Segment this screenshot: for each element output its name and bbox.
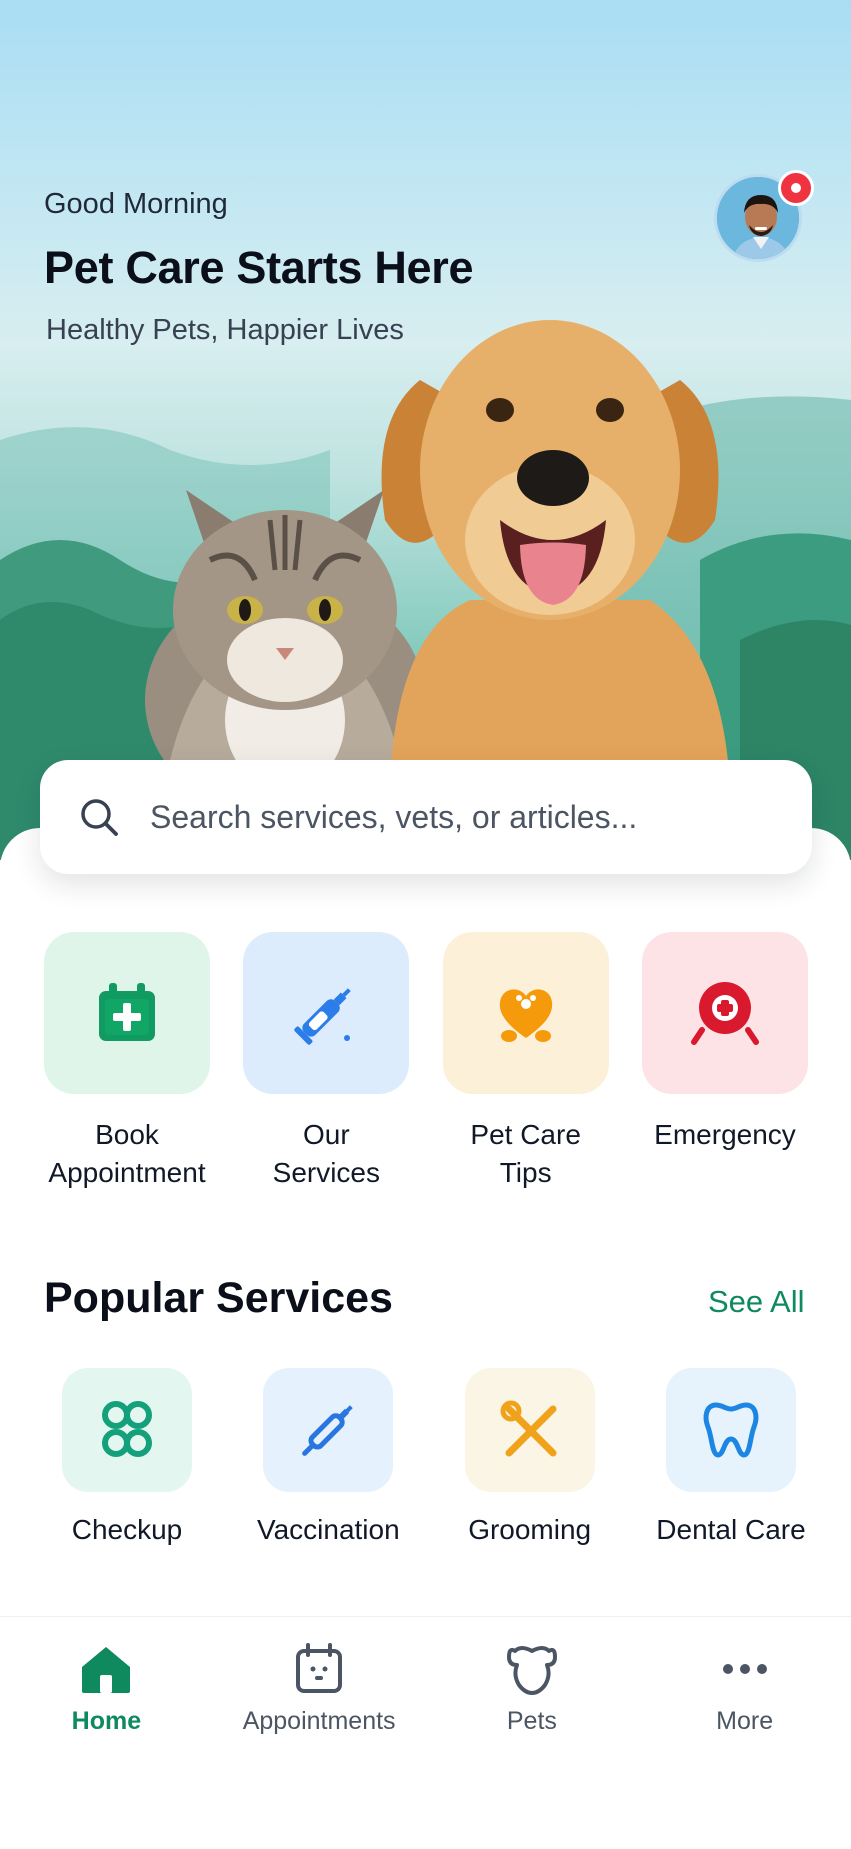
nav-label: Appointments: [242, 1707, 396, 1735]
search-input[interactable]: [150, 798, 770, 836]
stethoscope-icon: [102, 1401, 152, 1457]
see-all-link[interactable]: See All: [708, 1284, 805, 1320]
nav-item-pets[interactable]: Pets: [426, 1641, 639, 1849]
nav-item-appointments[interactable]: Appointments: [213, 1641, 426, 1849]
page-subtitle: Healthy Pets, Happier Lives: [46, 314, 404, 346]
pet-face-icon: [506, 1646, 557, 1695]
quick-action-label: Our Services: [272, 1119, 381, 1188]
dental-care-tile[interactable]: [665, 1368, 796, 1492]
grooming-tile[interactable]: [464, 1368, 595, 1492]
vaccination-tile[interactable]: [263, 1368, 394, 1492]
more-dots-icon: [722, 1664, 767, 1674]
pet-care-tips-tile[interactable]: [442, 932, 609, 1094]
service-vaccination[interactable]: Vaccination: [245, 1368, 411, 1546]
service-label: Dental Care: [656, 1514, 806, 1545]
syringe-icon: [302, 1405, 354, 1456]
our-services-action[interactable]: Our Services: [243, 932, 410, 1192]
service-label: Checkup: [71, 1514, 183, 1545]
home-icon: [82, 1647, 131, 1693]
service-grooming[interactable]: Grooming: [447, 1368, 613, 1546]
nav-label: More: [716, 1707, 774, 1735]
section-title-popular: Popular Services: [44, 1274, 393, 1322]
bottom-navigation: Home Appointments Pets More: [0, 1616, 851, 1849]
popular-services-list: Checkup Vaccination Grooming Dental Care: [44, 1368, 814, 1546]
emergency-icon: [690, 982, 759, 1045]
emergency-tile[interactable]: [641, 932, 808, 1094]
nav-label: Pets: [506, 1707, 557, 1735]
search-bar[interactable]: [40, 760, 812, 874]
scissors-icon: [500, 1400, 557, 1457]
nav-label: Home: [71, 1707, 142, 1735]
nav-item-more[interactable]: More: [638, 1641, 851, 1849]
greeting-text: Good Morning: [44, 188, 228, 220]
search-icon: [81, 799, 118, 836]
calendar-icon: [296, 1643, 343, 1693]
quick-actions: Book Appointment Our Services Pet Care T…: [44, 932, 808, 1192]
service-label: Grooming: [468, 1514, 592, 1545]
our-services-tile[interactable]: [243, 932, 410, 1094]
quick-action-label: Book Appointment: [48, 1119, 206, 1188]
quick-action-label: Emergency: [654, 1119, 796, 1150]
service-label: Vaccination: [256, 1514, 400, 1545]
service-checkup[interactable]: Checkup: [44, 1368, 210, 1546]
service-dental-care[interactable]: Dental Care: [648, 1368, 814, 1546]
notification-badge[interactable]: [778, 170, 814, 206]
quick-action-label: Pet Care Tips: [470, 1119, 581, 1188]
nav-item-home[interactable]: Home: [0, 1641, 213, 1849]
hero-banner: Good Morning Pet Care Starts Here Health…: [0, 0, 851, 860]
page-title: Pet Care Starts Here: [44, 242, 474, 293]
pets-hero-illustration: [0, 320, 851, 860]
heart-paw-icon: [499, 989, 552, 1042]
emergency-action[interactable]: Emergency: [641, 932, 808, 1192]
syringe-icon: [294, 988, 352, 1045]
pet-care-tips-action[interactable]: Pet Care Tips: [442, 932, 609, 1192]
book-appointment-tile[interactable]: [44, 932, 210, 1094]
tooth-icon: [703, 1402, 759, 1458]
checkup-tile[interactable]: [62, 1368, 192, 1492]
book-appointment-action[interactable]: Book Appointment: [44, 932, 210, 1192]
calendar-plus-icon: [99, 983, 155, 1041]
